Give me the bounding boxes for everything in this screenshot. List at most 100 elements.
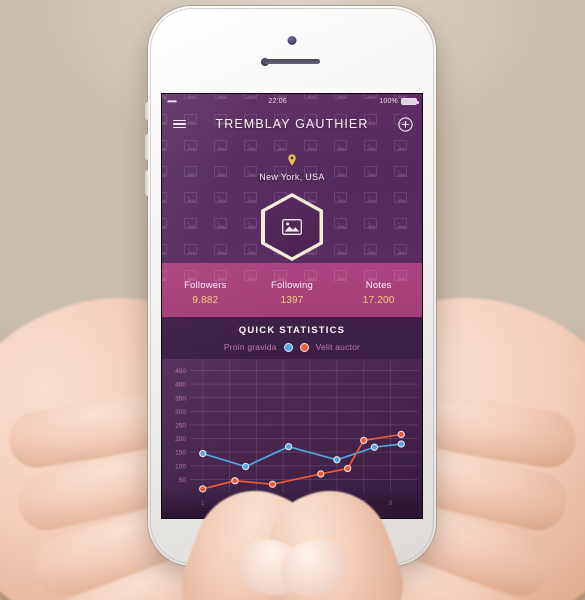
- pattern-image-icon: [394, 270, 407, 281]
- pattern-image-icon: [162, 140, 167, 151]
- phone-device: ••••• 22:06 100% TREMBLAY GAUTHIER New Y…: [145, 6, 436, 566]
- pattern-image-icon: [364, 218, 377, 229]
- chart-data-point[interactable]: [370, 443, 379, 451]
- quick-statistics-title: QUICK STATISTICS: [238, 325, 346, 336]
- x-axis-tick-label: 8: [389, 500, 393, 507]
- pattern-image-icon: [184, 270, 197, 281]
- x-axis-tick-label: 1: [201, 500, 205, 507]
- volume-up-button[interactable]: [145, 134, 149, 160]
- pattern-image-icon: [334, 244, 347, 255]
- y-axis-tick-label: 400: [175, 382, 186, 389]
- earpiece-speaker: [264, 59, 320, 64]
- stat-value: 9.882: [192, 295, 219, 306]
- chart-data-point[interactable]: [231, 477, 239, 485]
- navigation-bar: TREMBLAY GAUTHIER: [162, 109, 422, 139]
- pattern-image-icon: [162, 244, 167, 255]
- stat-value: 17.200: [362, 295, 395, 306]
- pattern-image-icon: [334, 270, 347, 281]
- pattern-image-icon: [162, 192, 167, 203]
- pattern-image-icon: [364, 140, 377, 151]
- pattern-image-icon: [244, 218, 257, 229]
- y-axis-tick-label: 350: [175, 395, 186, 402]
- pattern-image-icon: [214, 218, 227, 229]
- quick-statistics-header: QUICK STATISTICS Proin gravida Velit auc…: [162, 317, 422, 359]
- pattern-image-icon: [214, 270, 227, 281]
- pattern-image-icon: [394, 192, 407, 203]
- stat-label: Followers: [184, 280, 227, 291]
- avatar[interactable]: [261, 193, 323, 261]
- stat-followers[interactable]: Followers 9.882: [162, 280, 249, 306]
- battery-percent-label: 100%: [379, 98, 398, 105]
- pattern-image-icon: [394, 244, 407, 255]
- chart-data-point[interactable]: [360, 436, 368, 445]
- legend-label-left: Proin gravida: [223, 342, 277, 352]
- pattern-image-icon: [304, 270, 317, 281]
- stat-value: 1397: [280, 295, 304, 306]
- phone-screen: ••••• 22:06 100% TREMBLAY GAUTHIER New Y…: [162, 94, 422, 518]
- pattern-image-icon: [334, 218, 347, 229]
- status-bar-right: 100%: [379, 98, 419, 105]
- proximity-sensor: [287, 36, 297, 45]
- chart-legend: Proin gravida Velit auctor: [162, 342, 422, 352]
- chart-data-point[interactable]: [199, 485, 207, 493]
- stat-following[interactable]: Following 1397: [249, 280, 336, 306]
- pattern-image-icon: [334, 140, 347, 151]
- y-axis-tick-label: 450: [175, 368, 186, 375]
- y-axis-tick-label: 150: [175, 450, 186, 457]
- statistics-chart[interactable]: 5010015020025030035040045012345678: [162, 359, 422, 511]
- pattern-image-icon: [244, 140, 257, 151]
- pattern-image-icon: [304, 140, 317, 151]
- status-bar-time: 22:06: [268, 98, 287, 105]
- pattern-image-icon: [274, 270, 287, 281]
- y-axis-tick-label: 50: [179, 477, 187, 484]
- y-axis-tick-label: 300: [175, 409, 186, 416]
- stat-label: Notes: [365, 280, 392, 291]
- chart-data-point[interactable]: [397, 430, 405, 439]
- pattern-image-icon: [184, 218, 197, 229]
- chart-data-point[interactable]: [284, 443, 293, 451]
- pattern-image-icon: [214, 192, 227, 203]
- location-block: New York, USA: [162, 153, 422, 182]
- chart-data-point[interactable]: [333, 456, 341, 464]
- map-pin-icon: [162, 153, 422, 171]
- pattern-image-icon: [394, 218, 407, 229]
- pattern-image-icon: [364, 270, 377, 281]
- pattern-image-icon: [184, 244, 197, 255]
- profile-hero: ••••• 22:06 100% TREMBLAY GAUTHIER New Y…: [162, 94, 422, 281]
- chart-data-point[interactable]: [268, 480, 277, 488]
- legend-dot-red[interactable]: [299, 342, 309, 352]
- hamburger-icon[interactable]: [170, 115, 188, 133]
- chart-svg: 5010015020025030035040045012345678: [175, 361, 418, 507]
- image-placeholder-icon: [261, 193, 323, 261]
- pattern-image-icon: [162, 270, 167, 281]
- stats-band: Followers 9.882 Following 1397 Notes 17.…: [162, 263, 422, 317]
- legend-label-right: Velit auctor: [315, 342, 361, 352]
- chart-data-point[interactable]: [317, 470, 325, 478]
- pattern-image-icon: [244, 244, 257, 255]
- chart-data-point[interactable]: [242, 462, 250, 471]
- chart-data-point[interactable]: [343, 464, 352, 473]
- chart-data-point[interactable]: [199, 449, 207, 458]
- page-title: TREMBLAY GAUTHIER: [215, 117, 369, 131]
- pattern-image-icon: [162, 218, 167, 229]
- mute-switch[interactable]: [145, 102, 149, 120]
- status-bar-left: •••••: [167, 97, 177, 106]
- location-label: New York, USA: [259, 172, 325, 182]
- signal-dots-icon: •••••: [167, 97, 177, 106]
- pattern-image-icon: [334, 192, 347, 203]
- stat-notes[interactable]: Notes 17.200: [335, 280, 422, 306]
- pattern-image-icon: [364, 244, 377, 255]
- volume-down-button[interactable]: [145, 170, 149, 196]
- pattern-image-icon: [364, 192, 377, 203]
- battery-icon: [400, 98, 419, 105]
- pattern-image-icon: [244, 192, 257, 203]
- pattern-image-icon: [394, 140, 407, 151]
- legend-dot-blue[interactable]: [283, 342, 293, 352]
- pattern-image-icon: [214, 244, 227, 255]
- pattern-image-icon: [214, 140, 227, 151]
- pattern-image-icon: [244, 270, 257, 281]
- chart-data-point[interactable]: [397, 440, 405, 448]
- plus-circle-icon[interactable]: [396, 115, 414, 133]
- y-axis-tick-label: 250: [175, 423, 186, 430]
- status-bar: ••••• 22:06 100%: [162, 94, 422, 109]
